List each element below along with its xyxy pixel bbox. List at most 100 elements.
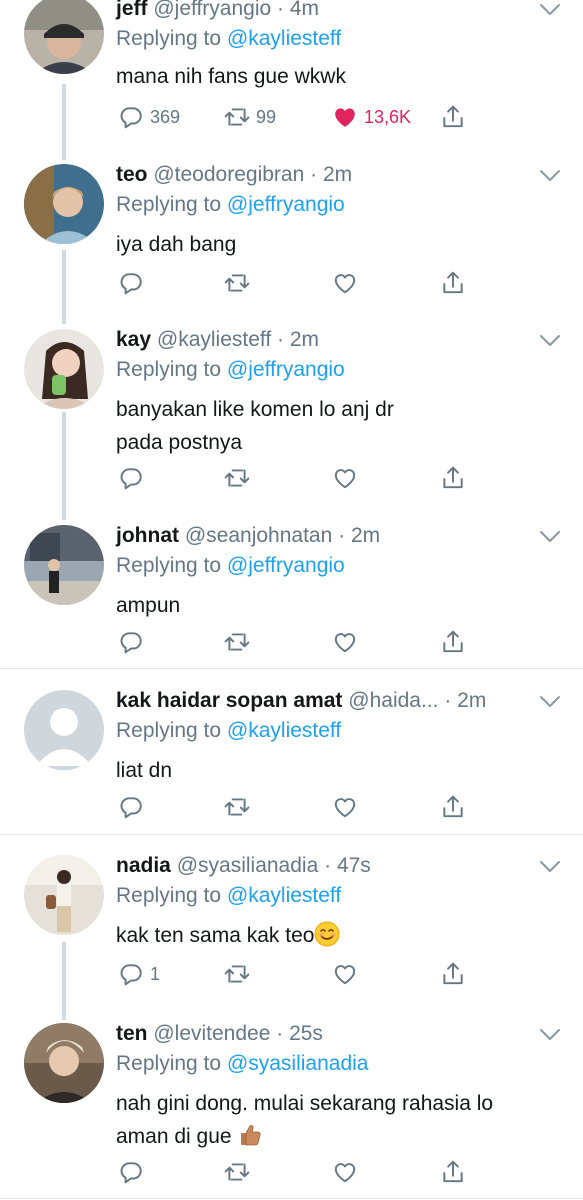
tweet-item[interactable]: kay @kayliesteff · 2m Replying to @jeffr…	[0, 327, 583, 517]
retweet-icon	[224, 629, 250, 655]
reply-button[interactable]	[118, 1157, 144, 1187]
share-button[interactable]	[440, 102, 466, 132]
like-button[interactable]	[332, 627, 358, 657]
mention-link[interactable]: @syasilianadia	[227, 1052, 369, 1075]
retweet-button[interactable]	[224, 268, 250, 298]
avatar[interactable]	[24, 525, 104, 605]
retweet-button[interactable]	[224, 1157, 250, 1187]
retweet-icon	[224, 465, 250, 491]
avatar[interactable]	[24, 164, 104, 244]
timestamp[interactable]: 25s	[289, 1022, 323, 1045]
reply-thread: jeff @jeffryangio · 4m Replying to @kayl…	[0, 0, 583, 1200]
chevron-down-icon[interactable]	[539, 2, 561, 18]
like-icon	[332, 104, 358, 130]
user-handle[interactable]: @seanjohnatan	[185, 524, 332, 547]
like-button[interactable]: 13,6K	[332, 102, 411, 132]
timestamp[interactable]: 2m	[351, 524, 380, 547]
display-name[interactable]: johnat	[116, 524, 179, 547]
like-button[interactable]	[332, 268, 358, 298]
retweet-button[interactable]	[224, 627, 250, 657]
retweet-icon	[224, 1159, 250, 1185]
retweet-button[interactable]	[224, 463, 250, 493]
timestamp[interactable]: 2m	[323, 163, 352, 186]
chevron-down-icon[interactable]	[539, 333, 561, 349]
chevron-down-icon[interactable]	[539, 694, 561, 710]
chevron-down-icon[interactable]	[539, 168, 561, 184]
chevron-down-icon[interactable]	[539, 859, 561, 875]
share-icon	[440, 270, 466, 296]
like-button[interactable]	[332, 463, 358, 493]
share-icon	[440, 961, 466, 987]
avatar[interactable]	[24, 0, 104, 74]
tweet-item[interactable]: teo @teodoregibran · 2m Replying to @jef…	[0, 162, 583, 322]
like-button[interactable]	[332, 959, 358, 989]
tweet-actions	[116, 1157, 476, 1187]
user-handle[interactable]: @haida...	[348, 689, 438, 712]
like-icon	[332, 794, 358, 820]
retweet-button[interactable]	[224, 792, 250, 822]
reply-button[interactable]	[118, 627, 144, 657]
share-icon	[440, 794, 466, 820]
retweet-icon	[224, 270, 250, 296]
like-button[interactable]	[332, 1157, 358, 1187]
avatar[interactable]	[24, 1023, 104, 1103]
tweet-item[interactable]: kak haidar sopan amat @haida... · 2m Rep…	[0, 688, 583, 828]
avatar[interactable]	[24, 329, 104, 409]
mention-link[interactable]: @kayliesteff	[227, 884, 341, 907]
replying-to: Replying to @kayliesteff	[116, 719, 342, 742]
timestamp[interactable]: 47s	[337, 854, 371, 877]
tweet-item[interactable]: nadia @syasilianadia · 47s Replying to @…	[0, 853, 583, 1013]
share-icon	[440, 629, 466, 655]
replying-to: Replying to @jeffryangio	[116, 193, 345, 216]
chevron-down-icon[interactable]	[539, 529, 561, 545]
display-name[interactable]: teo	[116, 163, 148, 186]
reply-button[interactable]	[118, 792, 144, 822]
display-name[interactable]: kay	[116, 328, 151, 351]
user-handle[interactable]: @kayliesteff	[157, 328, 271, 351]
smile-emoji-icon	[314, 921, 340, 947]
user-handle[interactable]: @syasilianadia	[177, 854, 319, 877]
reply-button[interactable]	[118, 463, 144, 493]
retweet-icon	[224, 104, 250, 130]
avatar[interactable]	[24, 855, 104, 935]
reply-button[interactable]: 1	[118, 959, 160, 989]
tweet-actions	[116, 463, 476, 493]
display-name[interactable]: ten	[116, 1022, 148, 1045]
share-button[interactable]	[440, 463, 466, 493]
timestamp[interactable]: 4m	[290, 0, 319, 20]
chevron-down-icon[interactable]	[539, 1027, 561, 1043]
mention-link[interactable]: @jeffryangio	[227, 554, 345, 577]
mention-link[interactable]: @kayliesteff	[227, 719, 341, 742]
reply-button[interactable]: 369	[118, 102, 180, 132]
thumbs-up-emoji-icon	[241, 1124, 261, 1146]
timestamp[interactable]: 2m	[457, 689, 486, 712]
user-handle[interactable]: @jeffryangio	[153, 0, 271, 20]
like-icon	[332, 270, 358, 296]
tweet-actions: 1	[116, 959, 476, 989]
retweet-button[interactable]: 99	[224, 102, 276, 132]
display-name[interactable]: nadia	[116, 854, 171, 877]
mention-link[interactable]: @jeffryangio	[227, 358, 345, 381]
tweet-item[interactable]: ten @levitendee · 25s Replying to @syasi…	[0, 1021, 583, 1199]
tweet-item[interactable]: jeff @jeffryangio · 4m Replying to @kayl…	[0, 0, 583, 160]
timestamp[interactable]: 2m	[290, 328, 319, 351]
share-button[interactable]	[440, 627, 466, 657]
user-handle[interactable]: @teodoregibran	[153, 163, 304, 186]
display-name[interactable]: jeff	[116, 0, 148, 20]
share-icon	[440, 465, 466, 491]
divider	[0, 834, 583, 835]
display-name[interactable]: kak haidar sopan amat	[116, 689, 342, 712]
tweet-item[interactable]: johnat @seanjohnatan · 2m Replying to @j…	[0, 523, 583, 663]
tweet-text: liat dn	[116, 759, 173, 782]
share-button[interactable]	[440, 1157, 466, 1187]
like-button[interactable]	[332, 792, 358, 822]
mention-link[interactable]: @jeffryangio	[227, 193, 345, 216]
share-button[interactable]	[440, 959, 466, 989]
share-button[interactable]	[440, 792, 466, 822]
mention-link[interactable]: @kayliesteff	[227, 27, 341, 50]
reply-button[interactable]	[118, 268, 144, 298]
retweet-button[interactable]	[224, 959, 250, 989]
avatar[interactable]	[24, 690, 104, 770]
user-handle[interactable]: @levitendee	[153, 1022, 270, 1045]
share-button[interactable]	[440, 268, 466, 298]
